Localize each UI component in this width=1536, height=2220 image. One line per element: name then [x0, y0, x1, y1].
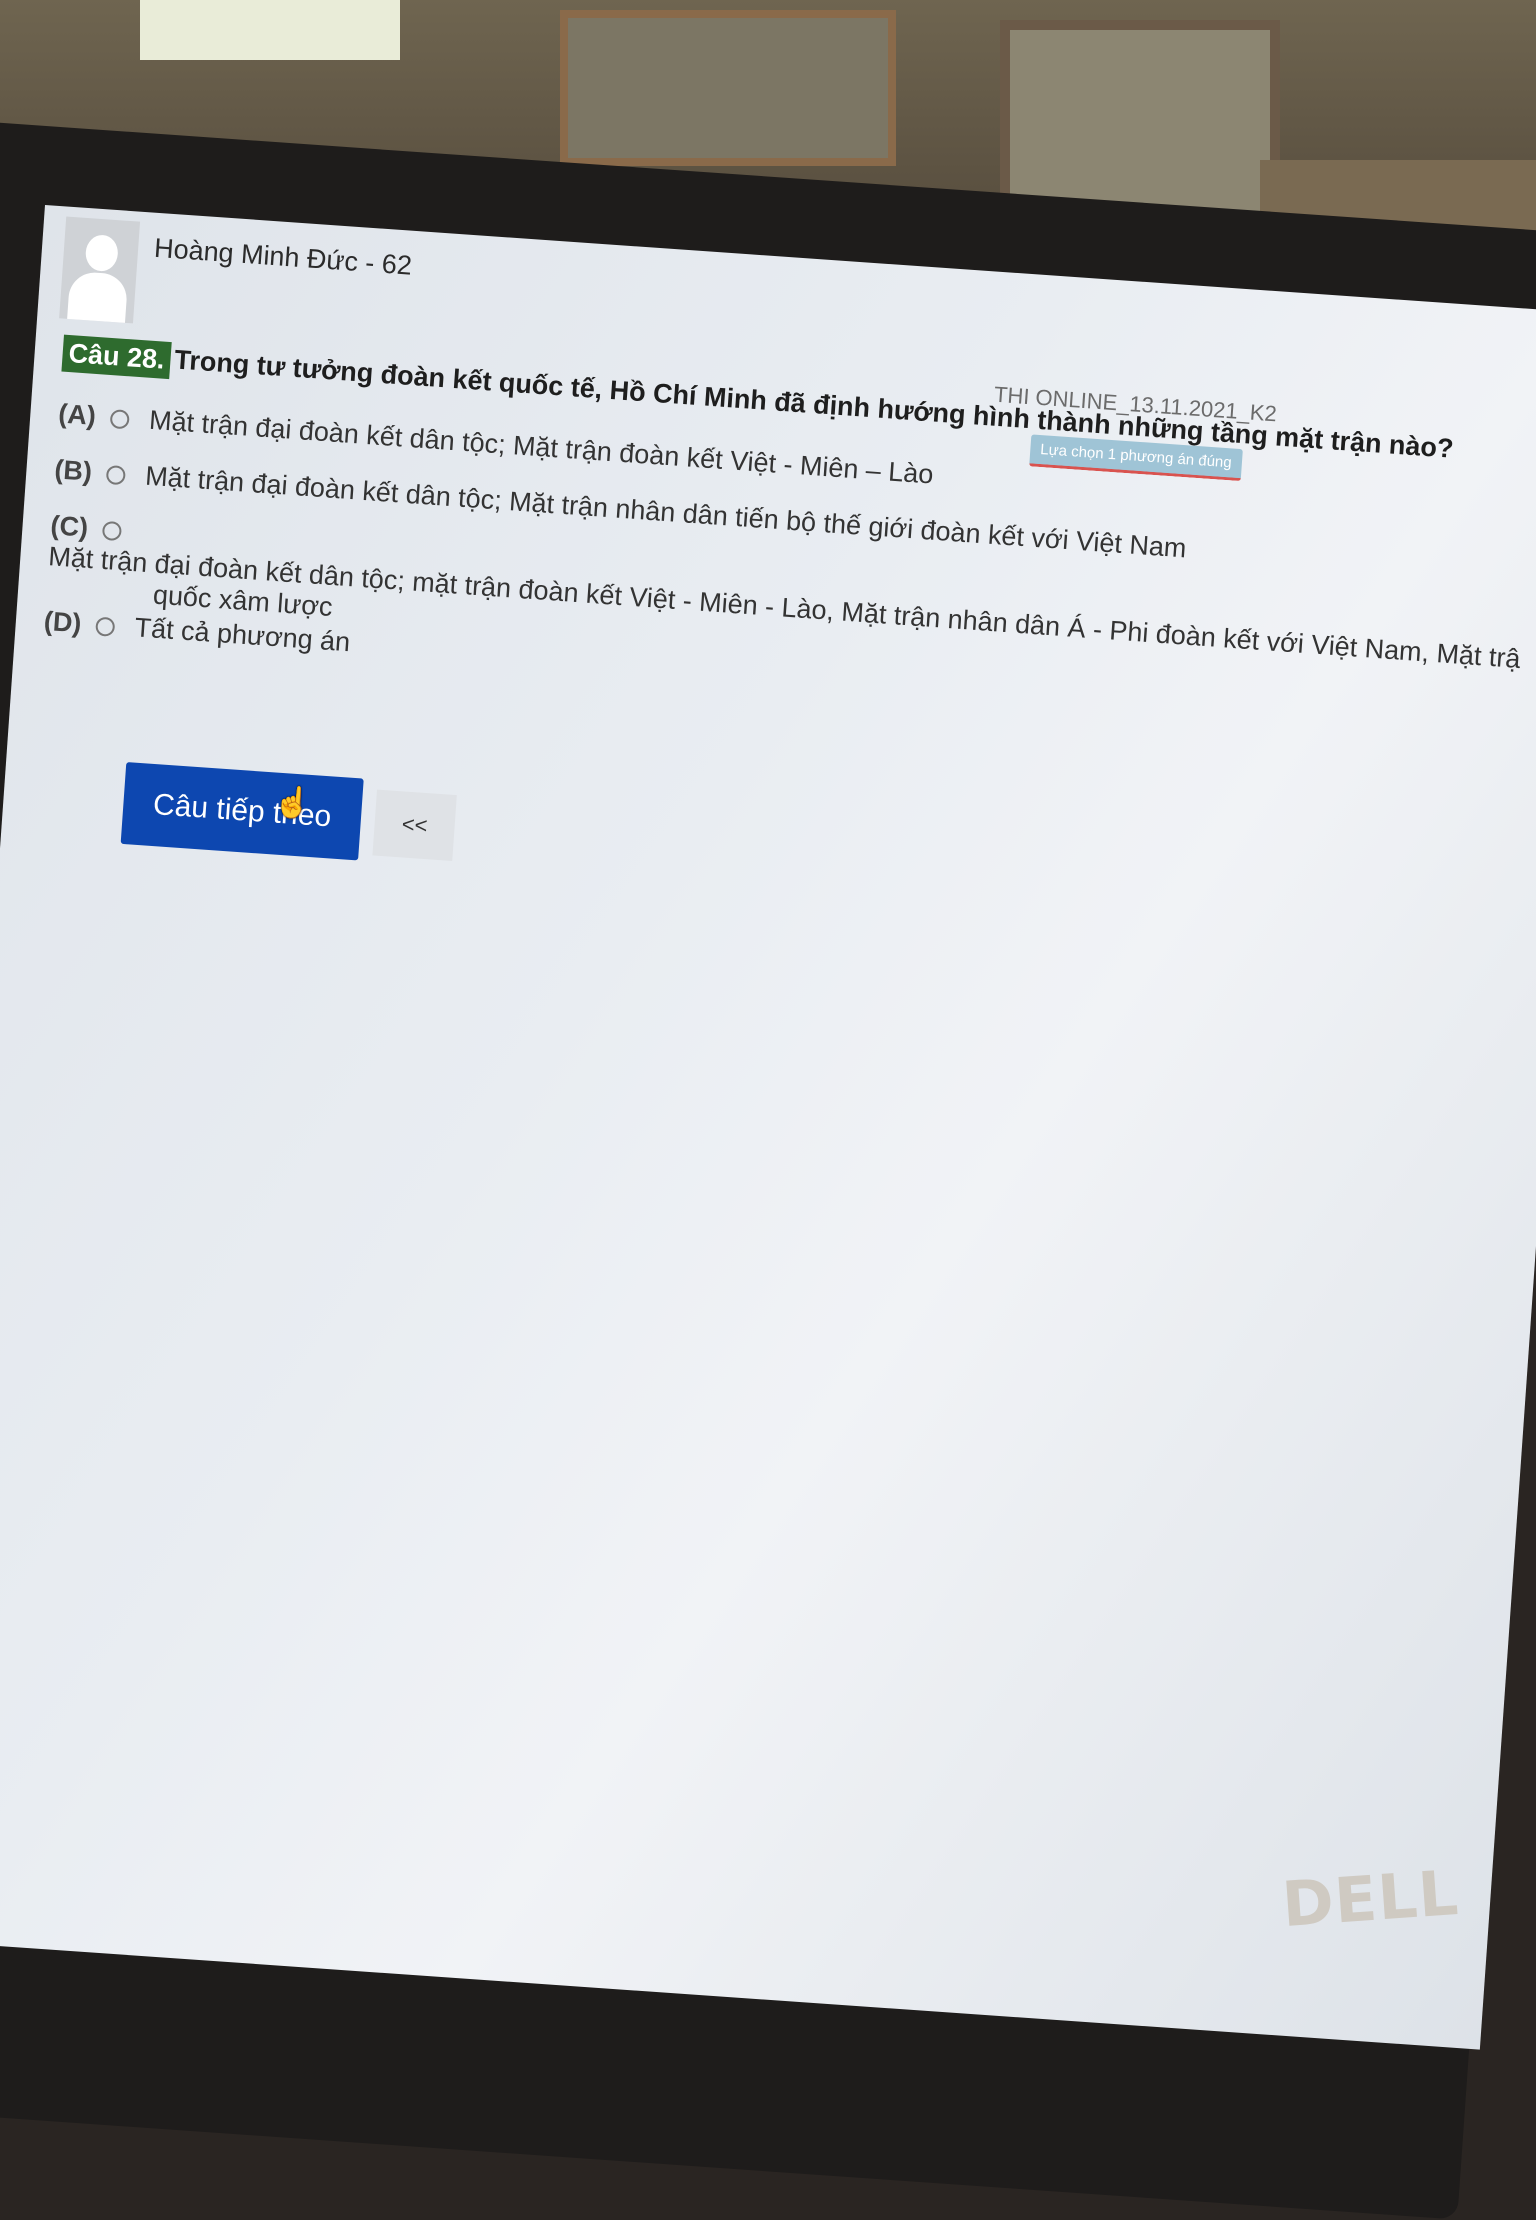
picture-frame	[560, 10, 896, 166]
next-question-button[interactable]: Câu tiếp theo	[120, 762, 364, 861]
screen: Hoàng Minh Đức - 62 THI ONLINE_13.11.202…	[0, 205, 1536, 2050]
option-key: (A)	[57, 398, 97, 432]
window-light	[140, 0, 400, 60]
user-name: Hoàng Minh Đức - 62	[153, 232, 413, 281]
radio-icon[interactable]	[109, 409, 130, 430]
option-key: (B)	[53, 454, 94, 487]
radio-icon[interactable]	[105, 465, 126, 486]
user-avatar-icon	[59, 216, 141, 324]
radio-icon[interactable]	[101, 521, 123, 542]
option-key: (D)	[42, 605, 83, 639]
previous-button[interactable]: <<	[372, 789, 457, 862]
option-c[interactable]: (C)Mặt trận đại đoàn kết dân tộc; mặt tr…	[45, 510, 1536, 710]
dell-logo: DELL	[1279, 1855, 1462, 1942]
option-key: (C)	[49, 510, 90, 543]
hand-pointer-icon: ☝	[272, 785, 313, 821]
question-number: Câu 28.	[61, 334, 172, 380]
radio-icon[interactable]	[95, 616, 116, 638]
